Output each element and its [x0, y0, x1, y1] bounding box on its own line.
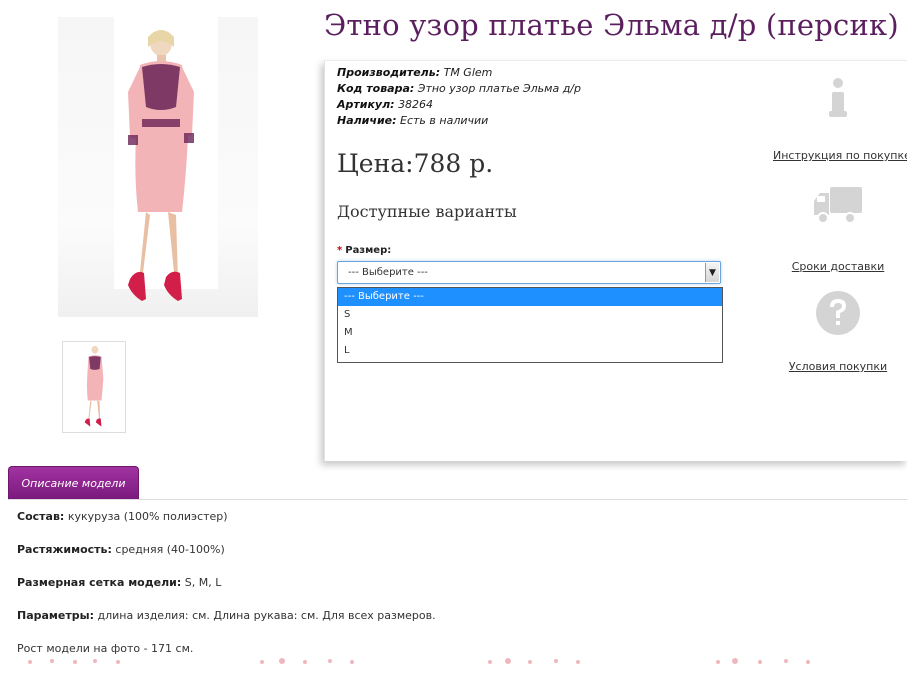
product-meta: Производитель: ТМ Glem Код товара: Этно …: [337, 65, 581, 129]
product-price: Цена:788 р.: [337, 149, 494, 178]
dress-model-figure: [128, 30, 194, 301]
description-key: Размерная сетка модели:: [17, 576, 182, 589]
question-icon: [816, 291, 860, 335]
description-value: средняя (40-100%): [115, 543, 225, 556]
stock-value: Есть в наличии: [400, 114, 489, 127]
floral-ornament-strip: [28, 658, 810, 664]
product-title: Этно узор платье Эльма д/р (персик): [324, 8, 899, 42]
size-label: * Размер:: [337, 245, 391, 256]
description-row: Параметры: длина изделия: см. Длина рука…: [17, 609, 436, 642]
description-key: Параметры:: [17, 609, 94, 622]
description-key: Растяжимость:: [17, 543, 112, 556]
stock-row: Наличие: Есть в наличии: [337, 113, 581, 129]
delivery-truck-icon: [814, 187, 862, 224]
description-row: Состав: кукуруза (100% полиэстер): [17, 510, 436, 543]
manufacturer-value[interactable]: ТМ Glem: [444, 66, 493, 79]
size-option-l[interactable]: L: [338, 342, 722, 360]
purchase-instructions-link[interactable]: Инструкция по покупке: [773, 149, 907, 162]
purchase-conditions-link[interactable]: Условия покупки: [773, 360, 903, 373]
description-value: S, M, L: [184, 576, 222, 589]
info-icon: [829, 78, 847, 117]
tab-divider: [8, 499, 907, 500]
product-code-label: Код товара:: [337, 82, 415, 95]
delivery-terms-link[interactable]: Сроки доставки: [773, 260, 903, 273]
sku-value: 38264: [398, 98, 434, 111]
size-option-placeholder[interactable]: --- Выберите ---: [338, 288, 722, 306]
product-code-row: Код товара: Этно узор платье Эльма д/р: [337, 81, 581, 97]
variants-heading: Доступные варианты: [337, 202, 517, 221]
thumbnail-figure: [63, 342, 125, 432]
description-key: Состав:: [17, 510, 65, 523]
tab-model-description[interactable]: Описание модели: [8, 466, 139, 499]
description-value: длина изделия: см. Длина рукава: см. Для…: [97, 609, 436, 622]
sku-row: Артикул: 38264: [337, 97, 581, 113]
product-info-panel: Производитель: ТМ Glem Код товара: Этно …: [324, 60, 907, 461]
size-select[interactable]: --- Выберите --- ▼: [337, 261, 721, 284]
size-option-m[interactable]: M: [338, 324, 722, 342]
main-product-image[interactable]: [58, 17, 258, 317]
size-dropdown-list: --- Выберите --- S M L: [337, 287, 723, 363]
product-code-value: Этно узор платье Эльма д/р: [417, 82, 581, 95]
delivery-terms-block[interactable]: Сроки доставки: [773, 187, 903, 273]
manufacturer-label: Производитель:: [337, 66, 441, 79]
chevron-down-icon[interactable]: ▼: [705, 263, 719, 282]
description-row: Растяжимость: средняя (40-100%): [17, 543, 436, 576]
size-label-text: Размер:: [345, 245, 392, 256]
purchase-conditions-block[interactable]: Условия покупки: [773, 290, 903, 373]
size-select-value: --- Выберите ---: [348, 267, 428, 278]
sku-label: Артикул:: [337, 98, 395, 111]
stock-label: Наличие:: [337, 114, 397, 127]
description-row: Размерная сетка модели: S, M, L: [17, 576, 436, 609]
product-thumbnail[interactable]: [62, 341, 126, 433]
size-option-s[interactable]: S: [338, 306, 722, 324]
required-mark: *: [337, 245, 343, 256]
model-description: Состав: кукуруза (100% полиэстер) Растяж…: [17, 510, 436, 675]
description-value: кукуруза (100% полиэстер): [67, 510, 228, 523]
manufacturer-row: Производитель: ТМ Glem: [337, 65, 581, 81]
purchase-instructions-block[interactable]: Инструкция по покупке: [773, 77, 907, 162]
